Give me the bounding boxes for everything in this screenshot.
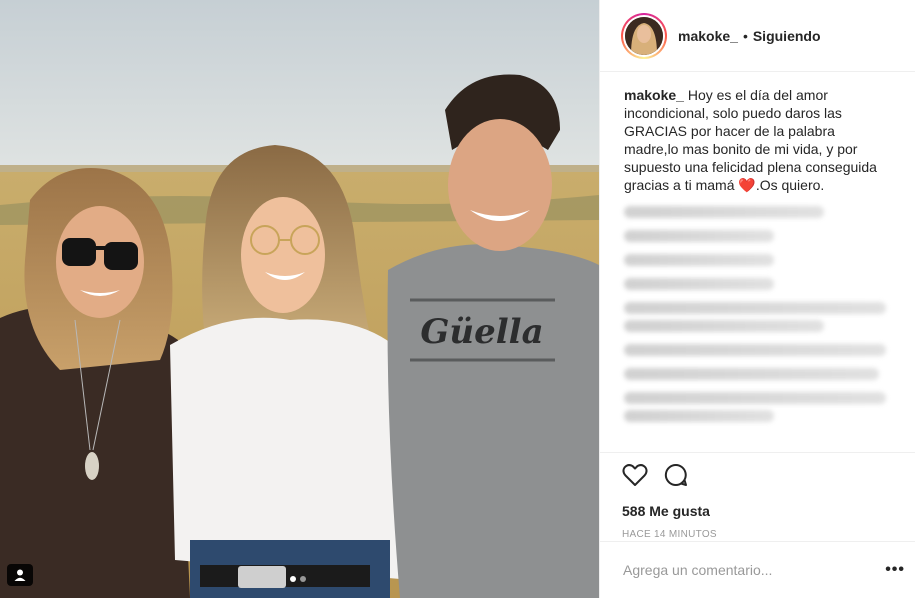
carousel-indicator — [290, 576, 306, 582]
heart-outline-icon[interactable] — [622, 463, 648, 492]
blurred-comment — [624, 410, 774, 422]
caption-username[interactable]: makoke_ — [624, 87, 684, 103]
carousel-dot-active — [290, 576, 296, 582]
comment-input[interactable] — [623, 562, 863, 578]
blurred-comment — [624, 278, 774, 290]
blurred-comment — [624, 254, 774, 266]
likes-count[interactable]: 588 Me gusta — [622, 503, 893, 519]
blurred-comment — [624, 302, 886, 314]
user-tag-icon[interactable] — [7, 564, 33, 586]
header-separator: • — [742, 27, 748, 44]
blurred-comment — [624, 368, 879, 380]
add-comment-bar: ••• — [600, 541, 915, 598]
blurred-comment — [624, 230, 774, 242]
blurred-comment — [624, 344, 886, 356]
post-header: makoke_ • Siguiendo — [600, 0, 915, 72]
post-timestamp[interactable]: HACE 14 MINUTOS — [622, 529, 893, 540]
story-ring[interactable] — [621, 12, 667, 59]
post-side-panel: makoke_ • Siguiendo makoke_ Hoy es el dí… — [599, 0, 915, 598]
follow-status-button[interactable]: Siguiendo — [753, 28, 821, 44]
comments-list-blurred — [600, 194, 915, 440]
post-actions: 588 Me gusta HACE 14 MINUTOS — [600, 452, 915, 540]
photo-scene: Güella — [0, 0, 599, 598]
more-options-icon[interactable]: ••• — [885, 561, 905, 579]
shirt-brand-text: Güella — [420, 312, 543, 352]
heart-emoji: ❤️ — [738, 177, 756, 193]
blurred-comment — [624, 206, 824, 218]
avatar[interactable] — [625, 16, 663, 55]
post-caption: makoke_ Hoy es el día del amor incondici… — [600, 72, 915, 194]
blurred-comment — [624, 320, 824, 332]
comment-bubble-icon[interactable] — [664, 463, 688, 492]
post-photo[interactable]: Güella — [0, 0, 599, 598]
caption-text-end: .Os quiero. — [755, 177, 825, 193]
carousel-dot — [300, 576, 306, 582]
blurred-comment — [624, 392, 886, 404]
header-username[interactable]: makoke_ — [678, 28, 738, 44]
